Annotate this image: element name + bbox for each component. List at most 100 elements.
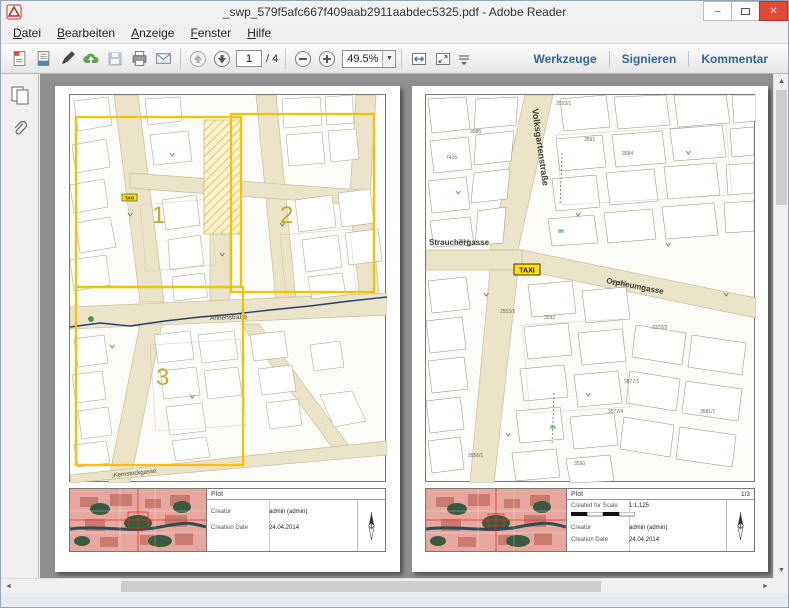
zoom-in-icon[interactable]: [315, 47, 339, 71]
navigation-pane-strip: [1, 74, 39, 578]
minimize-button[interactable]: –: [703, 1, 732, 21]
fit-width-icon[interactable]: [407, 47, 431, 71]
customize-toolbar-icon[interactable]: [455, 47, 473, 71]
cloud-upload-icon[interactable]: [79, 47, 103, 71]
creator-label: Creator: [211, 509, 269, 515]
creation-date-label: Creation Date: [571, 537, 629, 543]
signieren-button[interactable]: Signieren: [610, 48, 689, 70]
adobe-reader-window: _swp_579f5afc667f409aab2911aabdec5325.pd…: [0, 0, 789, 608]
page1-plot-table: Plot Creator admin (admin) Creation Date…: [207, 489, 385, 551]
creator-label: Creator: [571, 525, 629, 531]
creation-date-value: 24.04.2014: [269, 525, 299, 531]
page2-map: 2553/1 3585 3591 7426 3584 2554 2555/1 2…: [425, 94, 755, 482]
horizontal-scrollbar[interactable]: ◄ ►: [1, 578, 773, 593]
parcel-number: 3590: [574, 461, 585, 467]
kommentar-button[interactable]: Kommentar: [689, 48, 780, 70]
title-bar: _swp_579f5afc667f409aab2911aabdec5325.pd…: [1, 1, 788, 23]
close-button[interactable]: ✕: [759, 1, 788, 21]
menu-datei[interactable]: Datei: [5, 24, 49, 42]
menu-fenster[interactable]: Fenster: [182, 24, 239, 42]
scroll-up-arrow-icon[interactable]: ▲: [774, 74, 789, 89]
scale-value: 1:1,125: [629, 503, 649, 509]
attachments-paperclip-icon[interactable]: [7, 116, 33, 142]
scrollbar-corner: [773, 578, 788, 593]
page-total-label: / 4: [266, 53, 278, 65]
toolbar: / 4 49.5% ▼ Werkzeuge Signieren Kommenta…: [1, 44, 788, 74]
horizontal-scroll-thumb[interactable]: [121, 581, 601, 592]
tree-area-marker: m: [558, 228, 564, 235]
save-icon[interactable]: [103, 47, 127, 71]
page1-green-marker: [89, 317, 94, 322]
vertical-scroll-thumb[interactable]: [776, 90, 787, 205]
fullscreen-icon[interactable]: [431, 47, 455, 71]
page1-map-canvas: TAXI Annenstraße Kernstockgasse 1: [70, 95, 387, 483]
street-label-strauchergasse: Strauchergasse: [429, 238, 490, 247]
next-page-icon[interactable]: [210, 47, 234, 71]
toolbar-separator: [180, 49, 181, 69]
parcel-number: 3591: [584, 137, 595, 143]
page-number-input[interactable]: [236, 50, 262, 67]
creator-value: admin (admin): [269, 509, 307, 515]
parcel-number: 3584: [622, 151, 633, 157]
creation-date-value: 24.04.2014: [629, 537, 659, 543]
pdf-page-1[interactable]: TAXI Annenstraße Kernstockgasse 1: [55, 86, 400, 572]
parcel-number: 3585: [470, 129, 481, 135]
create-pdf-icon[interactable]: [31, 47, 55, 71]
zoom-level-value: 49.5%: [343, 53, 382, 65]
zoom-out-icon[interactable]: [291, 47, 315, 71]
zoom-level-select[interactable]: 49.5% ▼: [342, 50, 396, 68]
window-controls: – ✕: [704, 1, 788, 23]
region-label-1: 1: [152, 202, 165, 229]
page2-plot-infobox: Plot 1/3 Created for Scale 1:1,125: [425, 488, 755, 552]
werkzeuge-button[interactable]: Werkzeuge: [521, 48, 608, 70]
page2-map-canvas: 2553/1 3585 3591 7426 3584 2554 2555/1 2…: [426, 95, 756, 483]
page2-overview-satellite-thumbnail: [426, 489, 567, 551]
region-label-2: 2: [280, 202, 293, 229]
scroll-left-arrow-icon[interactable]: ◄: [1, 579, 16, 594]
parcel-number: 3577/1: [624, 379, 640, 385]
window-title: _swp_579f5afc667f409aab2911aabdec5325.pd…: [1, 5, 788, 19]
scroll-down-arrow-icon[interactable]: ▼: [774, 563, 789, 578]
page2-taxi-sign: TAXI: [514, 264, 540, 275]
previous-page-icon[interactable]: [186, 47, 210, 71]
menu-anzeige[interactable]: Anzeige: [123, 24, 182, 42]
plot-page-indicator: 1/3: [741, 491, 750, 498]
open-file-icon[interactable]: [7, 47, 31, 71]
scale-bar: [571, 512, 724, 517]
maximize-button[interactable]: [731, 1, 760, 21]
region-label-3: 3: [156, 364, 169, 391]
parcel-number: 7426: [446, 155, 457, 161]
page1-hatched-area: [204, 120, 241, 234]
pdf-page-2[interactable]: 2553/1 3585 3591 7426 3584 2554 2555/1 2…: [412, 86, 768, 572]
menu-bearbeiten[interactable]: Bearbeiten: [49, 24, 123, 42]
plot-title: Plot: [211, 491, 223, 498]
page1-taxi-sign: TAXI: [122, 194, 137, 201]
toolbar-separator: [285, 49, 286, 69]
page2-plot-table: Plot 1/3 Created for Scale 1:1,125: [567, 489, 754, 551]
toolbar-separator: [401, 49, 402, 69]
email-icon[interactable]: [151, 47, 175, 71]
parcel-number: 2556/1: [468, 453, 484, 459]
toolbar-right-group: Werkzeuge Signieren Kommentar: [521, 48, 780, 70]
parcel-number: 2553/1: [556, 101, 572, 107]
parcel-number: 3592: [544, 315, 555, 321]
page-thumbnails-icon[interactable]: [7, 82, 33, 108]
creator-value: admin (admin): [629, 525, 667, 531]
page1-overview-satellite-thumbnail: [70, 489, 207, 551]
parcel-number: 3581/1: [700, 409, 716, 415]
page1-plot-infobox: Plot Creator admin (admin) Creation Date…: [69, 488, 386, 552]
compass-north-icon: [726, 500, 754, 551]
svg-text:TAXI: TAXI: [125, 195, 134, 200]
compass-north-icon: [357, 500, 385, 551]
sign-pen-icon[interactable]: [55, 47, 79, 71]
print-icon[interactable]: [127, 47, 151, 71]
parcel-number: 3372/2: [652, 325, 668, 331]
vertical-scrollbar[interactable]: ▲ ▼: [773, 74, 788, 578]
scroll-right-arrow-icon[interactable]: ►: [758, 579, 773, 594]
menu-hilfe[interactable]: Hilfe: [239, 24, 279, 42]
page1-map: TAXI Annenstraße Kernstockgasse 1: [69, 94, 386, 482]
scale-label: Created for Scale: [571, 503, 629, 509]
document-viewport[interactable]: TAXI Annenstraße Kernstockgasse 1: [40, 74, 773, 578]
main-area: TAXI Annenstraße Kernstockgasse 1: [1, 74, 788, 593]
zoom-dropdown-arrow-icon[interactable]: ▼: [382, 51, 395, 67]
